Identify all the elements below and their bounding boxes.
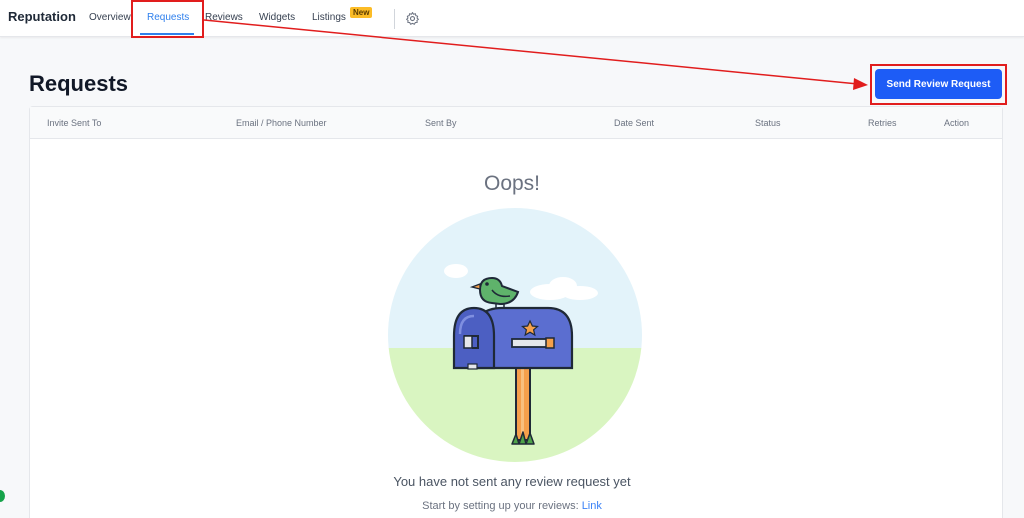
app-brand: Reputation xyxy=(8,9,76,24)
column-sent-by: Sent By xyxy=(425,118,457,128)
column-date-sent: Date Sent xyxy=(614,118,655,128)
send-review-request-button[interactable]: Send Review Request xyxy=(875,69,1002,99)
tab-widgets[interactable]: Widgets xyxy=(259,12,295,23)
page-title: Requests xyxy=(29,71,129,96)
column-invite-sent-to: Invite Sent To xyxy=(47,118,102,128)
column-status: Status xyxy=(755,118,781,128)
table-header: Invite Sent To Email / Phone Number Sent… xyxy=(30,107,1002,139)
tab-overview[interactable]: Overview xyxy=(89,12,131,23)
column-retries: Retries xyxy=(868,118,897,128)
setup-link[interactable]: Link xyxy=(582,500,602,512)
empty-state-heading: Oops! xyxy=(483,172,541,195)
tab-listings[interactable]: Listings xyxy=(312,12,346,23)
new-badge: New xyxy=(350,7,373,18)
mailbox-bird-illustration xyxy=(388,208,642,462)
tab-reviews[interactable]: Reviews xyxy=(205,12,243,23)
tab-requests[interactable]: Requests xyxy=(147,12,189,23)
column-email-phone: Email / Phone Number xyxy=(236,118,327,128)
setup-hint: Start by setting up your reviews: Link xyxy=(0,500,1024,512)
nav-divider xyxy=(394,9,395,29)
top-navigation-bar: Reputation Overview Requests Reviews Wid… xyxy=(0,0,1024,37)
active-tab-indicator xyxy=(140,33,194,35)
setup-hint-text: Start by setting up your reviews: xyxy=(422,500,579,512)
gear-icon[interactable] xyxy=(405,11,420,26)
empty-state-message: You have not sent any review request yet xyxy=(393,474,631,489)
column-action: Action xyxy=(944,118,970,128)
